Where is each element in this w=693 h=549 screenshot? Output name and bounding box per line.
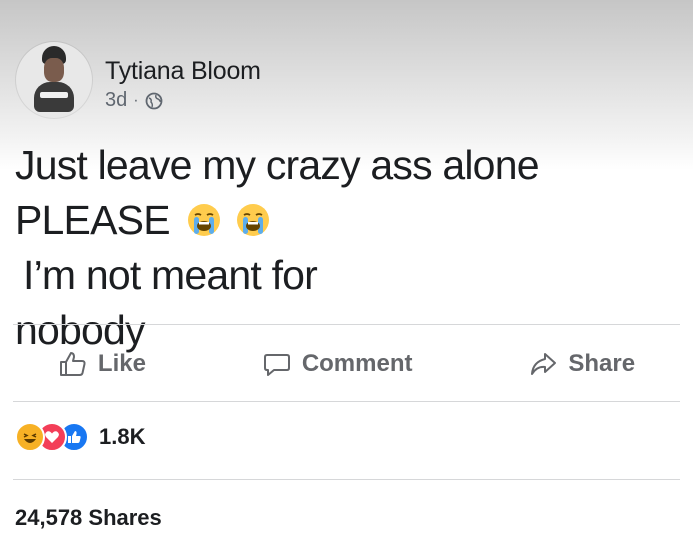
loudly-crying-face-icon [236,204,269,236]
divider-top [13,324,680,325]
action-bar: Like Comment Share [0,333,693,395]
separator-dot: · [133,91,139,109]
facebook-post: Tytiana Bloom 3d · Just leave my crazy a… [0,0,693,549]
divider-bottom [13,479,680,480]
like-button[interactable]: Like [58,349,146,379]
comment-icon [263,354,290,376]
post-meta: Tytiana Bloom 3d · [105,56,261,112]
haha-reaction-icon [15,422,45,452]
post-header: Tytiana Bloom 3d · [16,42,261,118]
share-label: Share [568,350,636,377]
avatar-face [44,58,64,82]
post-text: Just leave my crazy ass alone PLEASE I’m… [15,138,655,358]
author-name[interactable]: Tytiana Bloom [105,56,261,86]
comment-label: Comment [301,350,413,377]
reactions-summary[interactable]: 1.8K [15,422,145,452]
loudly-crying-face-icon [188,204,221,236]
post-subline: 3d · [105,89,261,112]
post-time[interactable]: 3d [105,89,127,112]
post-text-line2: PLEASE I’m not meant for [15,193,655,303]
post-text-line1: Just leave my crazy ass alone [15,142,540,188]
thumbs-up-icon [59,352,86,376]
post-text-line2-end: I’m not meant for [23,252,318,298]
divider-middle [13,401,680,402]
comment-button[interactable]: Comment [262,349,413,379]
shares-count[interactable]: 24,578 Shares [15,505,162,531]
reaction-count[interactable]: 1.8K [99,424,145,450]
share-button[interactable]: Share [528,349,635,379]
avatar-strip [40,92,68,98]
share-arrow-icon [531,353,557,375]
avatar[interactable] [16,42,92,118]
post-text-please: PLEASE [15,197,171,243]
like-label: Like [97,350,146,377]
globe-icon [145,92,162,109]
